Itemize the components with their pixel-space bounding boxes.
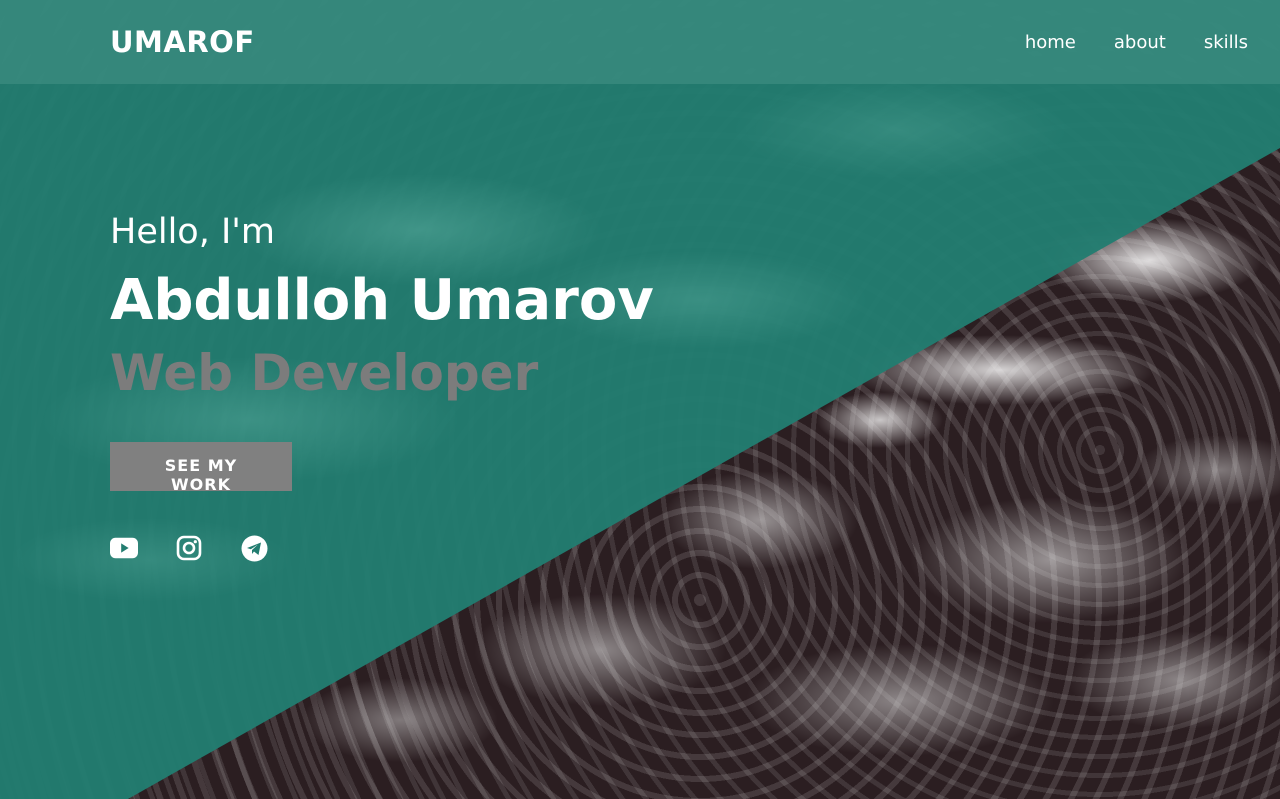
nav-link-home[interactable]: home <box>1025 32 1076 53</box>
social-links <box>110 534 654 562</box>
nav-link-about[interactable]: about <box>1114 32 1166 53</box>
youtube-icon[interactable] <box>110 534 138 562</box>
see-my-work-button[interactable]: SEE MY WORK <box>110 442 292 494</box>
instagram-icon[interactable] <box>175 534 203 562</box>
telegram-icon[interactable] <box>240 534 268 562</box>
nav-link-skills[interactable]: skills <box>1204 32 1248 53</box>
hero-content: Hello, I'm Abdulloh Umarov Web Developer… <box>110 210 654 562</box>
nav-links: home about skills <box>1025 32 1248 53</box>
logo[interactable]: UMAROF <box>110 25 255 59</box>
hero-section: UMAROF home about skills Hello, I'm Abdu… <box>0 0 1280 799</box>
navbar: UMAROF home about skills <box>0 0 1280 84</box>
hero-name: Abdulloh Umarov <box>110 268 654 333</box>
hero-greeting: Hello, I'm <box>110 212 276 252</box>
hero-role: Web Developer <box>110 344 539 402</box>
